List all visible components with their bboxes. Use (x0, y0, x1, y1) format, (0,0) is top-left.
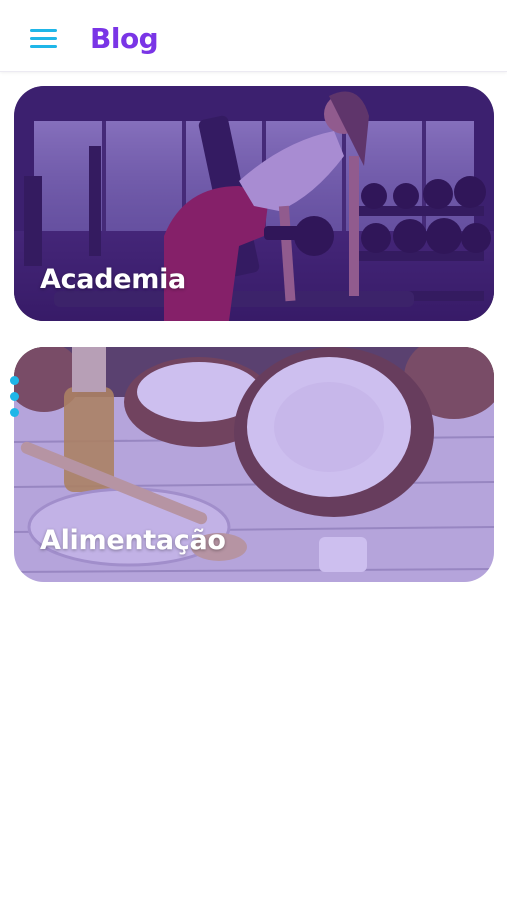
vertical-dots-indicator[interactable] (10, 376, 20, 422)
page-title: Blog (90, 22, 159, 55)
app-header: Blog (0, 0, 507, 72)
card-title-academia: Academia (40, 264, 186, 295)
card-title-alimentacao: Alimentação (40, 525, 226, 556)
blog-card-academia[interactable]: Academia (14, 86, 494, 321)
dot-icon (10, 376, 19, 385)
hamburger-menu-icon[interactable] (26, 25, 62, 53)
dot-icon (10, 408, 19, 417)
dot-icon (10, 392, 19, 401)
blog-card-alimentacao[interactable]: Alimentação (14, 347, 494, 582)
